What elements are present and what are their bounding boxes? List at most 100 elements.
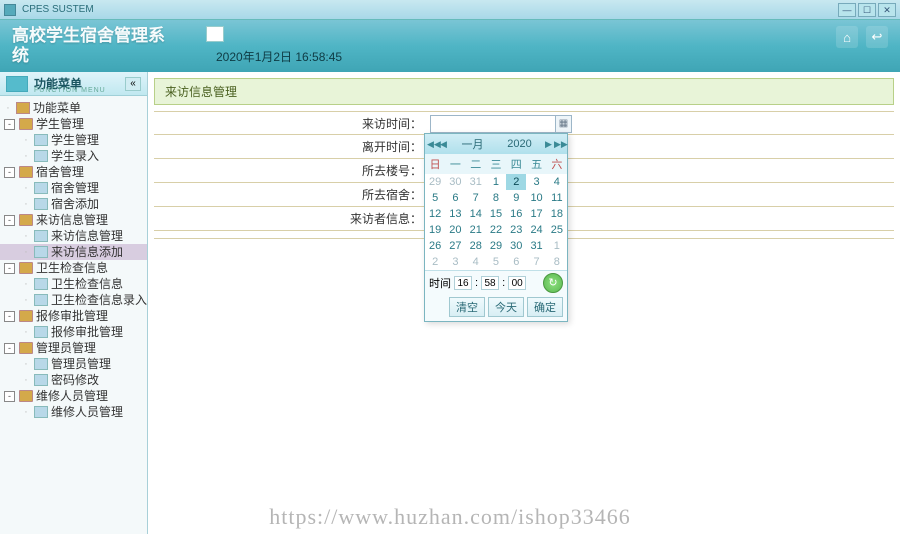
tree-root[interactable]: ·功能菜单 bbox=[0, 100, 147, 116]
tree-group-5[interactable]: -管理员管理 bbox=[0, 340, 147, 356]
tree-leaf-6-0[interactable]: ·维修人员管理 bbox=[0, 404, 147, 420]
refresh-time-button[interactable]: ↻ bbox=[543, 273, 563, 293]
day-cell[interactable]: 29 bbox=[425, 174, 445, 190]
tree-leaf-5-1[interactable]: ·密码修改 bbox=[0, 372, 147, 388]
sidebar-subtitle: FUNCTION MENU bbox=[34, 87, 106, 94]
day-cell[interactable]: 18 bbox=[547, 206, 567, 222]
day-cell[interactable]: 7 bbox=[466, 190, 486, 206]
day-cell[interactable]: 15 bbox=[486, 206, 506, 222]
calendar-trigger-icon[interactable]: ▦ bbox=[556, 115, 572, 133]
minute-input[interactable] bbox=[481, 276, 499, 290]
day-cell[interactable]: 29 bbox=[486, 238, 506, 254]
day-cell[interactable]: 25 bbox=[547, 222, 567, 238]
tree-group-0[interactable]: -学生管理 bbox=[0, 116, 147, 132]
day-cell[interactable]: 28 bbox=[466, 238, 486, 254]
datepicker-year[interactable]: 2020 bbox=[496, 138, 543, 150]
day-cell[interactable]: 30 bbox=[506, 238, 526, 254]
maximize-button[interactable]: ☐ bbox=[858, 3, 876, 17]
tree-toggle[interactable]: - bbox=[4, 343, 15, 354]
day-cell[interactable]: 8 bbox=[486, 190, 506, 206]
document-icon bbox=[206, 26, 224, 42]
day-cell[interactable]: 5 bbox=[486, 254, 506, 270]
day-cell[interactable]: 4 bbox=[466, 254, 486, 270]
day-cell[interactable]: 6 bbox=[445, 190, 465, 206]
day-cell[interactable]: 1 bbox=[486, 174, 506, 190]
tree-label: 卫生检查信息 bbox=[51, 276, 123, 292]
prev-year-button[interactable]: ◀◀ bbox=[427, 139, 438, 150]
tree-toggle[interactable]: - bbox=[4, 167, 15, 178]
day-cell[interactable]: 14 bbox=[466, 206, 486, 222]
logout-icon[interactable]: ↩ bbox=[866, 26, 888, 48]
second-input[interactable] bbox=[508, 276, 526, 290]
day-cell[interactable]: 21 bbox=[466, 222, 486, 238]
datepicker: ◀◀ ◀ 一月 2020 ▶ ▶▶ 日一二三四五六 29303112345678… bbox=[424, 133, 568, 322]
tree-leaf-3-1[interactable]: ·卫生检查信息录入 bbox=[0, 292, 147, 308]
tree-leaf-4-0[interactable]: ·报修审批管理 bbox=[0, 324, 147, 340]
datepicker-month[interactable]: 一月 bbox=[449, 136, 496, 152]
day-cell[interactable]: 5 bbox=[425, 190, 445, 206]
day-cell[interactable]: 16 bbox=[506, 206, 526, 222]
day-cell[interactable]: 12 bbox=[425, 206, 445, 222]
tree-leaf-2-1[interactable]: ·来访信息添加 bbox=[0, 244, 147, 260]
tree-leaf-5-0[interactable]: ·管理员管理 bbox=[0, 356, 147, 372]
tree-toggle[interactable]: - bbox=[4, 263, 15, 274]
header-actions: ⌂ ↩ bbox=[836, 26, 888, 48]
tree-leaf-0-1[interactable]: ·学生录入 bbox=[0, 148, 147, 164]
day-cell[interactable]: 31 bbox=[466, 174, 486, 190]
home-icon[interactable]: ⌂ bbox=[836, 26, 858, 48]
hour-input[interactable] bbox=[454, 276, 472, 290]
tree-leaf-3-0[interactable]: ·卫生检查信息 bbox=[0, 276, 147, 292]
leaf-icon bbox=[34, 230, 48, 242]
day-cell[interactable]: 30 bbox=[445, 174, 465, 190]
datepicker-weekdays: 日一二三四五六 bbox=[425, 154, 567, 174]
tree-toggle[interactable]: - bbox=[4, 311, 15, 322]
day-cell[interactable]: 6 bbox=[506, 254, 526, 270]
tree-toggle[interactable]: - bbox=[4, 391, 15, 402]
day-cell[interactable]: 23 bbox=[506, 222, 526, 238]
day-cell[interactable]: 31 bbox=[526, 238, 546, 254]
tree-group-6[interactable]: -维修人员管理 bbox=[0, 388, 147, 404]
day-cell[interactable]: 2 bbox=[506, 174, 526, 190]
day-cell[interactable]: 4 bbox=[547, 174, 567, 190]
clear-button[interactable]: 清空 bbox=[449, 297, 485, 317]
next-year-button[interactable]: ▶▶ bbox=[554, 139, 565, 150]
day-cell[interactable]: 19 bbox=[425, 222, 445, 238]
close-button[interactable]: ✕ bbox=[878, 3, 896, 17]
collapse-sidebar-button[interactable]: « bbox=[125, 77, 141, 91]
minimize-button[interactable]: — bbox=[838, 3, 856, 17]
tree-group-1[interactable]: -宿舍管理 bbox=[0, 164, 147, 180]
tree-toggle[interactable]: - bbox=[4, 119, 15, 130]
ok-button[interactable]: 确定 bbox=[527, 297, 563, 317]
folder-icon bbox=[19, 166, 33, 178]
tree-leaf-1-0[interactable]: ·宿舍管理 bbox=[0, 180, 147, 196]
day-cell[interactable]: 27 bbox=[445, 238, 465, 254]
day-cell[interactable]: 11 bbox=[547, 190, 567, 206]
day-cell[interactable]: 2 bbox=[425, 254, 445, 270]
day-cell[interactable]: 20 bbox=[445, 222, 465, 238]
tree-leaf-0-0[interactable]: ·学生管理 bbox=[0, 132, 147, 148]
tree-group-3[interactable]: -卫生检查信息 bbox=[0, 260, 147, 276]
day-cell[interactable]: 26 bbox=[425, 238, 445, 254]
day-cell[interactable]: 1 bbox=[547, 238, 567, 254]
tree-toggle[interactable]: - bbox=[4, 215, 15, 226]
current-time: 2020年1月2日 16:58:45 bbox=[216, 48, 342, 65]
day-cell[interactable]: 7 bbox=[526, 254, 546, 270]
next-month-button[interactable]: ▶ bbox=[543, 139, 554, 150]
input-visit-time[interactable] bbox=[430, 115, 556, 133]
day-cell[interactable]: 22 bbox=[486, 222, 506, 238]
day-cell[interactable]: 10 bbox=[526, 190, 546, 206]
today-button[interactable]: 今天 bbox=[488, 297, 524, 317]
tree-group-4[interactable]: -报修审批管理 bbox=[0, 308, 147, 324]
prev-month-button[interactable]: ◀ bbox=[438, 139, 449, 150]
day-cell[interactable]: 13 bbox=[445, 206, 465, 222]
tree-leaf-2-0[interactable]: ·来访信息管理 bbox=[0, 228, 147, 244]
day-cell[interactable]: 24 bbox=[526, 222, 546, 238]
day-cell[interactable]: 8 bbox=[547, 254, 567, 270]
day-cell[interactable]: 9 bbox=[506, 190, 526, 206]
day-cell[interactable]: 17 bbox=[526, 206, 546, 222]
day-cell[interactable]: 3 bbox=[526, 174, 546, 190]
label-leave-time: 离开时间： bbox=[154, 138, 426, 155]
day-cell[interactable]: 3 bbox=[445, 254, 465, 270]
tree-group-2[interactable]: -来访信息管理 bbox=[0, 212, 147, 228]
tree-leaf-1-1[interactable]: ·宿舍添加 bbox=[0, 196, 147, 212]
